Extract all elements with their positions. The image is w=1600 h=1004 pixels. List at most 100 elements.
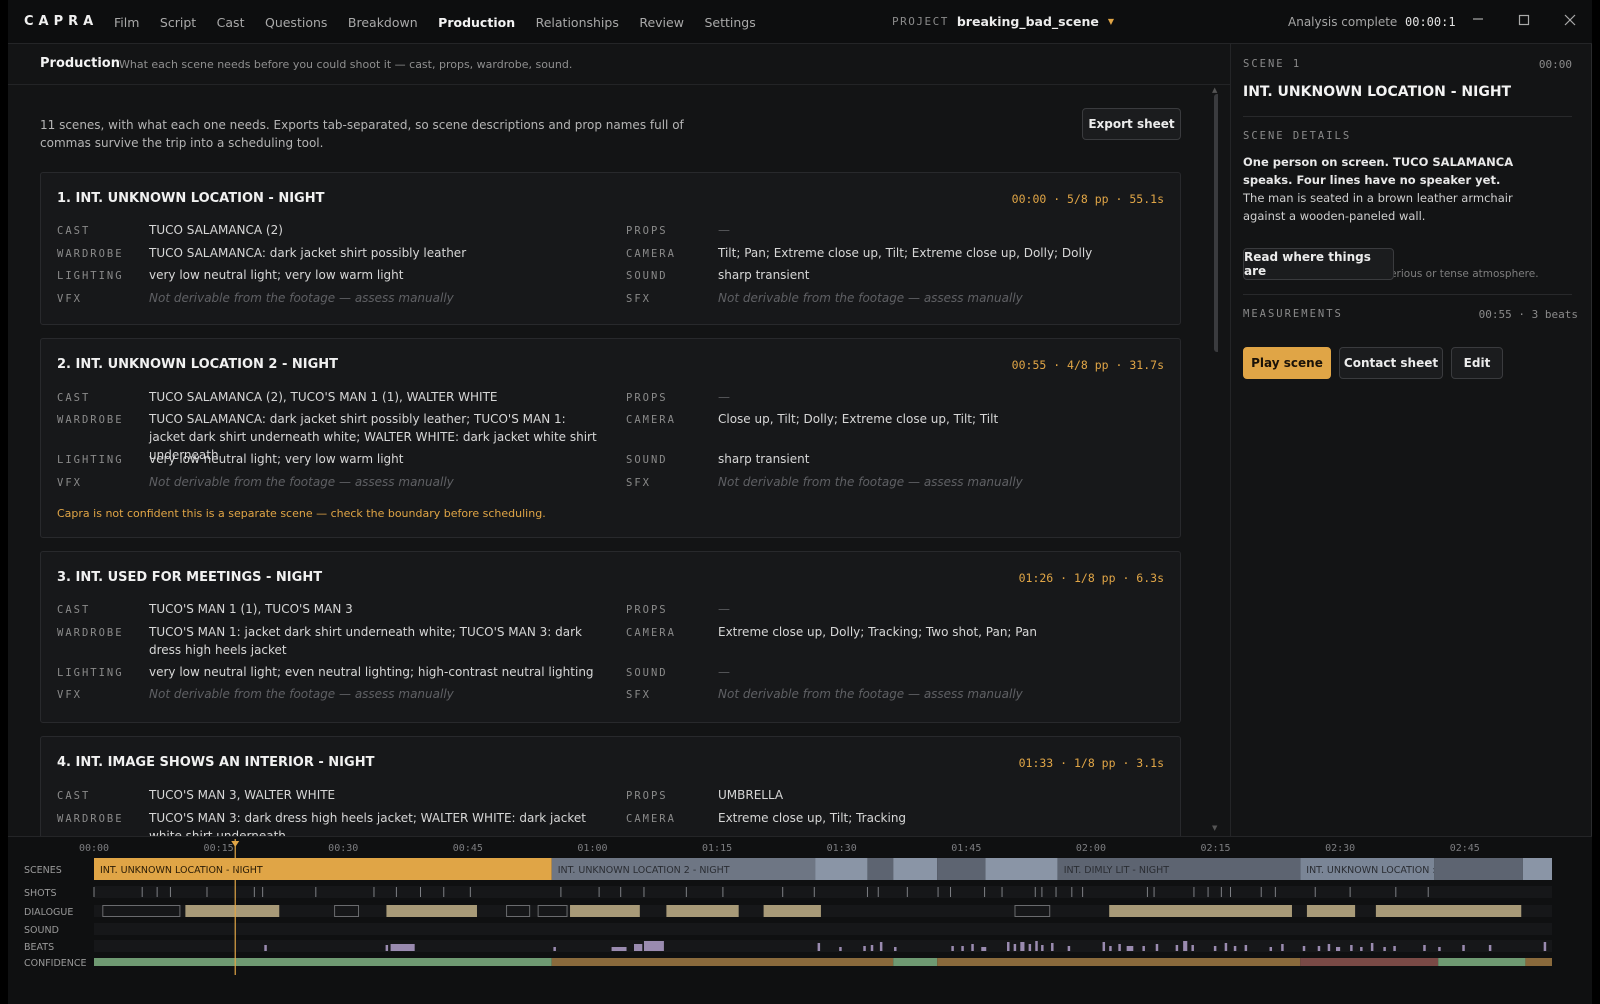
dialogue-segment xyxy=(763,905,821,917)
cast-label: CAST xyxy=(57,790,91,802)
track-label: SOUND xyxy=(24,925,59,936)
scene-block[interactable] xyxy=(1522,858,1552,880)
scene-block[interactable] xyxy=(937,858,986,880)
dialogue-segment xyxy=(1375,905,1522,917)
app-window: CAPRA Film Script Cast Questions Breakdo… xyxy=(8,0,1592,1004)
vfx-value: Not derivable from the footage — assess … xyxy=(149,475,454,489)
beat-marker xyxy=(1423,945,1426,951)
sound-label: SOUND xyxy=(626,270,668,282)
play-scene-button[interactable]: Play scene xyxy=(1243,347,1331,379)
beat-marker xyxy=(1191,945,1194,951)
nav-cast[interactable]: Cast xyxy=(217,15,245,30)
props-label: PROPS xyxy=(626,790,668,802)
scene-block-label[interactable]: INT. UNKNOWN LOCATION 2 - NIGHT xyxy=(558,865,730,876)
beat-marker xyxy=(839,947,842,951)
beat-marker xyxy=(870,945,874,951)
boundary-warning: Capra is not confident this is a separat… xyxy=(57,507,546,520)
beat-marker xyxy=(390,944,415,951)
confidence-segment xyxy=(1525,958,1552,966)
nav-settings[interactable]: Settings xyxy=(704,15,755,30)
read-where-button[interactable]: Read where things are xyxy=(1243,248,1394,280)
beat-marker xyxy=(863,946,866,951)
scene-block-label[interactable]: INT. UNKNOWN LOCATION - NIGHT xyxy=(100,865,263,876)
wardrobe-label: WARDROBE xyxy=(57,248,124,260)
beat-marker xyxy=(1233,946,1237,951)
camera-value: Extreme close up, Tilt; Tracking xyxy=(718,811,907,825)
sound-value: sharp transient xyxy=(718,452,810,466)
nav-script[interactable]: Script xyxy=(160,15,196,30)
scene-detail-panel: SCENE 1 00:00 INT. UNKNOWN LOCATION - NI… xyxy=(1231,44,1592,836)
props-value: UMBRELLA xyxy=(718,788,784,802)
dialogue-segment xyxy=(185,905,280,917)
project-selector[interactable]: PROJECT breaking_bad_scene ▼ xyxy=(892,14,1114,29)
export-sheet-button[interactable]: Export sheet xyxy=(1082,108,1181,140)
scrollbar-thumb[interactable] xyxy=(1214,94,1218,352)
edit-button[interactable]: Edit xyxy=(1451,347,1503,379)
scroll-up-icon[interactable]: ▲ xyxy=(1212,86,1217,94)
dialogue-segment xyxy=(1109,905,1292,917)
minimize-icon[interactable] xyxy=(1464,8,1492,34)
scene-block[interactable] xyxy=(985,858,1058,880)
beat-marker xyxy=(1007,942,1010,951)
timeline-canvas[interactable]: 00:00 00:15 00:30 00:45 01:00 01:15 01:30 01:45… xyxy=(8,837,1592,1004)
maximize-icon[interactable] xyxy=(1510,8,1538,34)
scene-card[interactable]: 3. INT. USED FOR MEETINGS - NIGHT 01:26 … xyxy=(40,551,1181,723)
beat-marker xyxy=(611,947,627,951)
scene-block-label[interactable]: INT. UNKNOWN LOCATION : xyxy=(1306,865,1435,876)
camera-label: CAMERA xyxy=(626,627,676,639)
nav-questions[interactable]: Questions xyxy=(265,15,327,30)
scene-card[interactable]: 2. INT. UNKNOWN LOCATION 2 - NIGHT 00:55… xyxy=(40,338,1181,538)
time-tick-label: 00:45 xyxy=(453,843,483,854)
props-label: PROPS xyxy=(626,604,668,616)
contact-sheet-button[interactable]: Contact sheet xyxy=(1339,347,1443,379)
camera-label: CAMERA xyxy=(626,414,676,426)
sfx-value: Not derivable from the footage — assess … xyxy=(718,475,1023,489)
sound-label: SOUND xyxy=(626,667,668,679)
scene-block[interactable] xyxy=(867,858,894,880)
nav-review[interactable]: Review xyxy=(639,15,684,30)
camera-value: Close up, Tilt; Dolly; Extreme close up,… xyxy=(718,412,999,426)
beat-marker xyxy=(1488,945,1492,951)
scene-block[interactable] xyxy=(893,858,938,880)
beat-marker xyxy=(1142,946,1145,951)
scene-block-label[interactable]: INT. DIMLY LIT - NIGHT xyxy=(1064,865,1170,876)
dialogue-segment xyxy=(1306,905,1356,917)
cast-label: CAST xyxy=(57,225,91,237)
beat-marker xyxy=(1067,946,1071,951)
scroll-down-icon[interactable]: ▼ xyxy=(1212,824,1217,832)
scene-block[interactable] xyxy=(815,858,868,880)
analysis-status: Analysis complete xyxy=(1288,15,1398,29)
confidence-segment xyxy=(893,958,938,966)
project-name[interactable]: breaking_bad_scene xyxy=(957,14,1099,29)
sound-label: SOUND xyxy=(626,454,668,466)
beat-marker xyxy=(1327,944,1331,951)
lighting-value: very low neutral light; very low warm li… xyxy=(149,268,404,282)
scene-card[interactable]: 1. INT. UNKNOWN LOCATION - NIGHT 00:00 ·… xyxy=(40,172,1181,325)
beat-marker xyxy=(1013,944,1017,951)
confidence-segment xyxy=(551,958,894,966)
vfx-label: VFX xyxy=(57,293,82,305)
scene-meta: 01:26 · 1/8 pp · 6.3s xyxy=(1018,571,1164,585)
track-background xyxy=(94,886,1552,898)
beat-marker xyxy=(1543,942,1547,951)
wardrobe-label: WARDROBE xyxy=(57,627,124,639)
beat-marker xyxy=(1051,943,1054,951)
beat-marker xyxy=(1302,946,1306,951)
dialogue-segment xyxy=(570,905,640,917)
beat-marker xyxy=(1126,946,1134,951)
scene-card[interactable]: 4. INT. IMAGE SHOWS AN INTERIOR - NIGHT … xyxy=(40,736,1181,836)
vfx-value: Not derivable from the footage — assess … xyxy=(149,687,454,701)
scene-block[interactable] xyxy=(1434,858,1523,880)
beat-marker xyxy=(971,944,974,951)
beat-marker xyxy=(981,947,987,951)
chevron-down-icon[interactable]: ▼ xyxy=(1108,17,1114,26)
nav-film[interactable]: Film xyxy=(114,15,139,30)
camera-label: CAMERA xyxy=(626,248,676,260)
nav-breakdown[interactable]: Breakdown xyxy=(348,15,418,30)
nav-relationships[interactable]: Relationships xyxy=(536,15,619,30)
nav-production[interactable]: Production xyxy=(438,15,515,30)
timeline[interactable]: 00:00 00:15 00:30 00:45 01:00 01:15 01:30 01:45… xyxy=(8,836,1592,1004)
close-icon[interactable] xyxy=(1556,8,1584,34)
cast-value: TUCO'S MAN 3, WALTER WHITE xyxy=(149,788,336,802)
scene-list[interactable]: 11 scenes, with what each one needs. Exp… xyxy=(8,86,1218,836)
